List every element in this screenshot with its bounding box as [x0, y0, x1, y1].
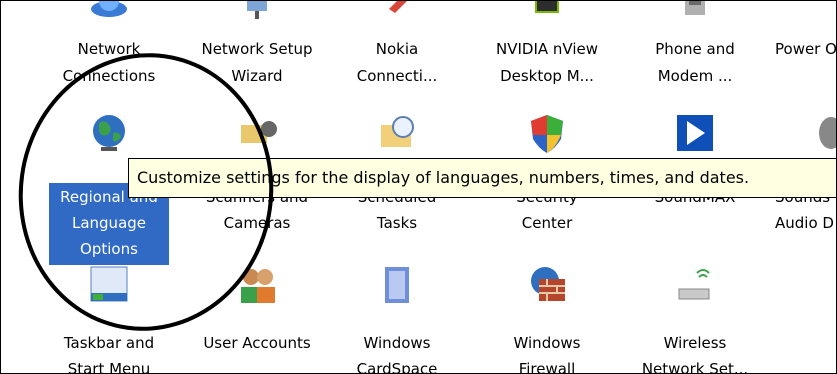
power-options-item[interactable]: Power O [761, 1, 837, 101]
control-panel-view: Network Connections Network Setup Wizard… [0, 0, 837, 374]
cardspace-icon [385, 267, 409, 303]
wireless-label-2: Network Set... [641, 360, 749, 374]
wireless-icon [678, 269, 710, 300]
taskbar-start-menu-item[interactable]: Taskbar and Start Menu [45, 259, 173, 374]
nvidia-nview-item[interactable]: NVIDIA nView Desktop M... [483, 1, 611, 101]
user-accounts-item[interactable]: User Accounts [193, 259, 321, 373]
network-wizard-icon [247, 1, 267, 19]
windows-cardspace-item[interactable]: Windows CardSpace [333, 259, 461, 374]
cardspace-label-2: CardSpace [356, 360, 438, 374]
regional-label-2: Language [71, 214, 147, 232]
nokia-label-2: Connecti... [356, 67, 438, 85]
windows-firewall-item[interactable]: Windows Firewall [483, 259, 611, 374]
user-accounts-label: User Accounts [203, 334, 311, 352]
firewall-label-2: Firewall [518, 360, 576, 374]
users-icon [241, 269, 275, 303]
network-connections-label: Network [77, 40, 141, 58]
scanner-camera-icon [241, 121, 277, 143]
speaker-icon [819, 117, 836, 149]
network-connections-item[interactable]: Network Connections [45, 1, 173, 101]
shield-icon [531, 115, 563, 153]
wireless-label: Wireless [663, 334, 727, 352]
wireless-network-setup-item[interactable]: Wireless Network Set... [631, 259, 759, 374]
soundmax-icon [677, 115, 713, 151]
security-label-2: Center [521, 214, 573, 232]
phone-modem-item[interactable]: Phone and Modem ... [631, 1, 759, 101]
sounds-label-2: Audio D [775, 214, 834, 232]
power-options-label: Power O [775, 40, 837, 58]
globe-icon [93, 115, 125, 151]
cardspace-label: Windows [363, 334, 431, 352]
tooltip: Customize settings for the display of la… [128, 158, 836, 198]
scanners-label-2: Cameras [223, 214, 291, 232]
firewall-icon [531, 267, 565, 301]
phone-modem-label-2: Modem ... [657, 67, 733, 85]
taskbar-icon [90, 266, 128, 302]
phone-modem-label: Phone and [655, 40, 735, 58]
nvidia-icon [535, 1, 559, 13]
network-connections-label-2: Connections [62, 67, 156, 85]
network-setup-wizard-item[interactable]: Network Setup Wizard [193, 1, 321, 101]
network-setup-wizard-label: Network Setup [201, 40, 313, 58]
taskbar-label-2: Start Menu [67, 360, 151, 374]
nvidia-label-2: Desktop M... [500, 67, 594, 85]
taskbar-label: Taskbar and [63, 334, 155, 352]
firewall-label: Windows [513, 334, 581, 352]
network-connections-icon [91, 1, 127, 17]
nvidia-label: NVIDIA nView [495, 40, 598, 58]
phone-modem-icon [685, 1, 705, 15]
scheduled-label-2: Tasks [376, 214, 418, 232]
scheduled-tasks-icon [381, 116, 414, 147]
nokia-icon [389, 1, 407, 13]
network-setup-wizard-label-2: Wizard [231, 67, 283, 85]
nokia-label: Nokia [375, 40, 419, 58]
nokia-connectivity-item[interactable]: Nokia Connecti... [333, 1, 461, 101]
